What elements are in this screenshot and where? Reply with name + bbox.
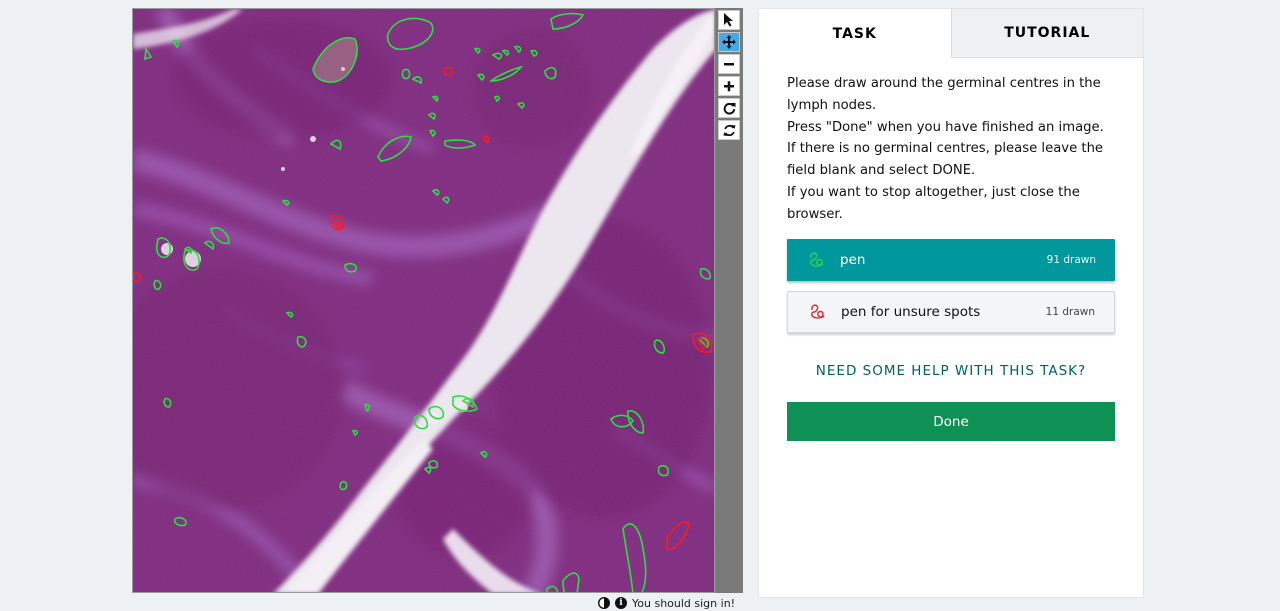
instruction-line: If you want to stop altogether, just clo… — [787, 184, 1080, 222]
pen-tool-count: 91 drawn — [1046, 254, 1096, 266]
viewer-footer: i You should sign in! — [598, 596, 735, 610]
arrow-pointer-icon — [724, 13, 733, 27]
freehand-pen-icon — [810, 252, 824, 267]
zoom-out-button[interactable] — [718, 54, 740, 74]
task-panel: TASK TUTORIAL Please draw around the ger… — [758, 8, 1144, 598]
info-icon[interactable]: i — [615, 597, 627, 609]
tab-task[interactable]: TASK — [759, 9, 951, 58]
instruction-line: Press "Done" when you have finished an i… — [787, 119, 1104, 135]
image-viewer — [132, 8, 743, 593]
help-link[interactable]: NEED SOME HELP WITH THIS TASK? — [787, 363, 1115, 379]
done-button[interactable]: Done — [787, 402, 1115, 441]
plus-icon — [724, 81, 734, 92]
unsure-pen-tool-button[interactable]: pen for unsure spots 11 drawn — [787, 291, 1115, 333]
unsure-pen-tool-count: 11 drawn — [1045, 306, 1095, 318]
rotate-button[interactable] — [718, 98, 740, 118]
reset-view-button[interactable] — [718, 120, 740, 140]
panel-tabs: TASK TUTORIAL — [759, 9, 1143, 58]
minus-icon — [724, 63, 734, 66]
move-tool-button[interactable] — [718, 32, 740, 52]
tab-tutorial[interactable]: TUTORIAL — [950, 9, 1143, 58]
instruction-line: If there is no germinal centres, please … — [787, 141, 1104, 179]
task-instructions: Please draw around the germinal centres … — [787, 73, 1117, 226]
select-tool-button[interactable] — [718, 10, 740, 30]
pen-tool-label: pen — [840, 252, 866, 268]
sign-in-notice[interactable]: You should sign in! — [632, 597, 735, 610]
instruction-line: Please draw around the germinal centres … — [787, 76, 1101, 113]
unsure-pen-tool-label: pen for unsure spots — [841, 304, 981, 320]
zoom-in-button[interactable] — [718, 76, 740, 96]
tissue-slide-image[interactable] — [133, 9, 715, 593]
contrast-icon[interactable] — [598, 597, 610, 609]
move-arrows-icon — [722, 35, 736, 49]
tissue-image-canvas[interactable] — [132, 8, 715, 593]
rotate-icon — [723, 102, 735, 115]
reset-icon — [723, 124, 735, 136]
viewer-toolbar — [716, 8, 743, 593]
pen-tool-button[interactable]: pen 91 drawn — [787, 239, 1115, 281]
freehand-pen-icon — [811, 304, 825, 319]
